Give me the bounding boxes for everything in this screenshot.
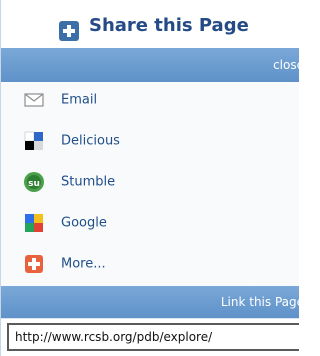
svg-text:su: su [28, 179, 40, 189]
stumble-icon: su [23, 171, 45, 193]
share-option-label: Email [61, 92, 98, 108]
link-this-page-label: Link this Page [220, 295, 299, 309]
share-option-email[interactable]: Email [1, 82, 299, 118]
share-option-delicious[interactable]: Delicious [1, 123, 299, 159]
share-option-label: Google [61, 215, 107, 231]
more-icon [23, 253, 45, 275]
share-panel-header: Share this Page [1, 0, 299, 48]
plus-square-icon [59, 21, 79, 41]
share-option-label: Delicious [61, 133, 120, 149]
delicious-icon [23, 130, 45, 152]
share-panel: Share this Page close Email [0, 0, 299, 356]
link-field[interactable] [7, 323, 299, 351]
panel-title: Share this Page [89, 15, 249, 36]
email-icon [23, 89, 45, 111]
close-bar: close [1, 48, 299, 82]
share-option-more[interactable]: More... [1, 246, 299, 282]
link-field-container [1, 318, 299, 356]
share-option-label: More... [61, 256, 106, 272]
share-option-label: Stumble [61, 174, 116, 190]
close-link[interactable]: close [273, 59, 299, 71]
share-option-stumble[interactable]: su Stumble [1, 164, 299, 200]
google-icon [23, 212, 45, 234]
share-option-google[interactable]: Google [1, 205, 299, 241]
share-options-list: Email Delicious su Stumble Google More..… [1, 82, 299, 286]
link-bar: Link this Page [1, 286, 299, 318]
